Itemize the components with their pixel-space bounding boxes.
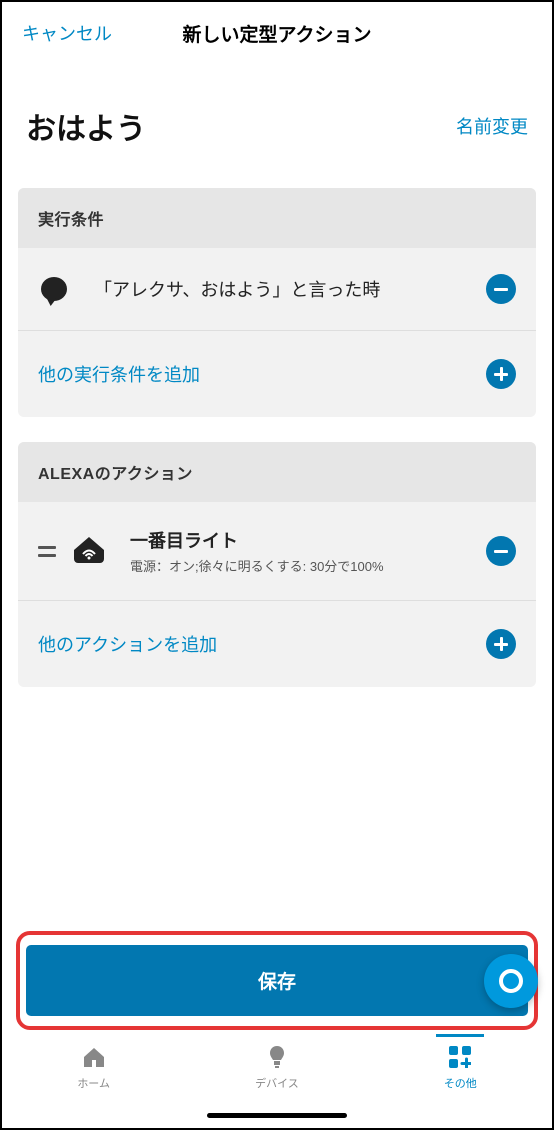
- action-row[interactable]: 一番目ライト 電源：オン;徐々に明るくする: 30分で100%: [18, 502, 536, 601]
- conditions-card: 実行条件 「アレクサ、おはよう」と言った時 他の実行条件を追加: [18, 188, 536, 417]
- add-action-icon: [486, 629, 516, 659]
- actions-header: ALEXAのアクション: [18, 442, 536, 502]
- page-title: 新しい定型アクション: [182, 20, 371, 47]
- save-button[interactable]: 保存: [26, 945, 528, 1016]
- action-title: 一番目ライト: [130, 527, 486, 553]
- speech-bubble-icon: [38, 273, 70, 305]
- home-indicator[interactable]: [207, 1113, 347, 1118]
- remove-action-button[interactable]: [486, 536, 516, 566]
- tab-home[interactable]: ホーム: [34, 1044, 154, 1091]
- tab-home-label: ホーム: [77, 1075, 110, 1091]
- remove-condition-button[interactable]: [486, 274, 516, 304]
- rename-button[interactable]: 名前変更: [456, 113, 528, 139]
- alexa-ring-icon: [499, 969, 523, 993]
- conditions-header: 実行条件: [18, 188, 536, 248]
- tab-other-label: その他: [444, 1075, 477, 1091]
- add-action-label: 他のアクションを追加: [38, 631, 217, 657]
- action-text-container: 一番目ライト 電源：オン;徐々に明るくする: 30分で100%: [130, 527, 486, 575]
- drag-handle-icon[interactable]: [38, 546, 56, 557]
- smart-home-icon: [74, 535, 106, 567]
- tab-devices-label: デバイス: [255, 1075, 299, 1091]
- grid-plus-icon: [447, 1044, 473, 1070]
- routine-name: おはよう: [26, 104, 146, 148]
- bulb-icon: [264, 1044, 290, 1070]
- save-highlight-box: 保存: [16, 931, 538, 1030]
- add-condition-icon: [486, 359, 516, 389]
- home-icon: [81, 1044, 107, 1070]
- tab-devices[interactable]: デバイス: [217, 1044, 337, 1091]
- condition-row[interactable]: 「アレクサ、おはよう」と言った時: [18, 248, 536, 331]
- add-action-row[interactable]: 他のアクションを追加: [18, 601, 536, 687]
- condition-text: 「アレクサ、おはよう」と言った時: [94, 276, 486, 302]
- actions-card: ALEXAのアクション 一番目ライト 電源：オン;徐々に明るくする: 30分で1…: [18, 442, 536, 687]
- alexa-floating-button[interactable]: [484, 954, 538, 1008]
- tab-other[interactable]: その他: [400, 1044, 520, 1091]
- action-subtitle: 電源：オン;徐々に明るくする: 30分で100%: [130, 556, 486, 575]
- routine-name-row: おはよう 名前変更: [2, 64, 552, 188]
- add-condition-row[interactable]: 他の実行条件を追加: [18, 331, 536, 417]
- save-section: 保存: [16, 931, 538, 1030]
- cancel-button[interactable]: キャンセル: [22, 20, 112, 46]
- add-condition-label: 他の実行条件を追加: [38, 361, 200, 387]
- header-bar: キャンセル 新しい定型アクション: [2, 2, 552, 64]
